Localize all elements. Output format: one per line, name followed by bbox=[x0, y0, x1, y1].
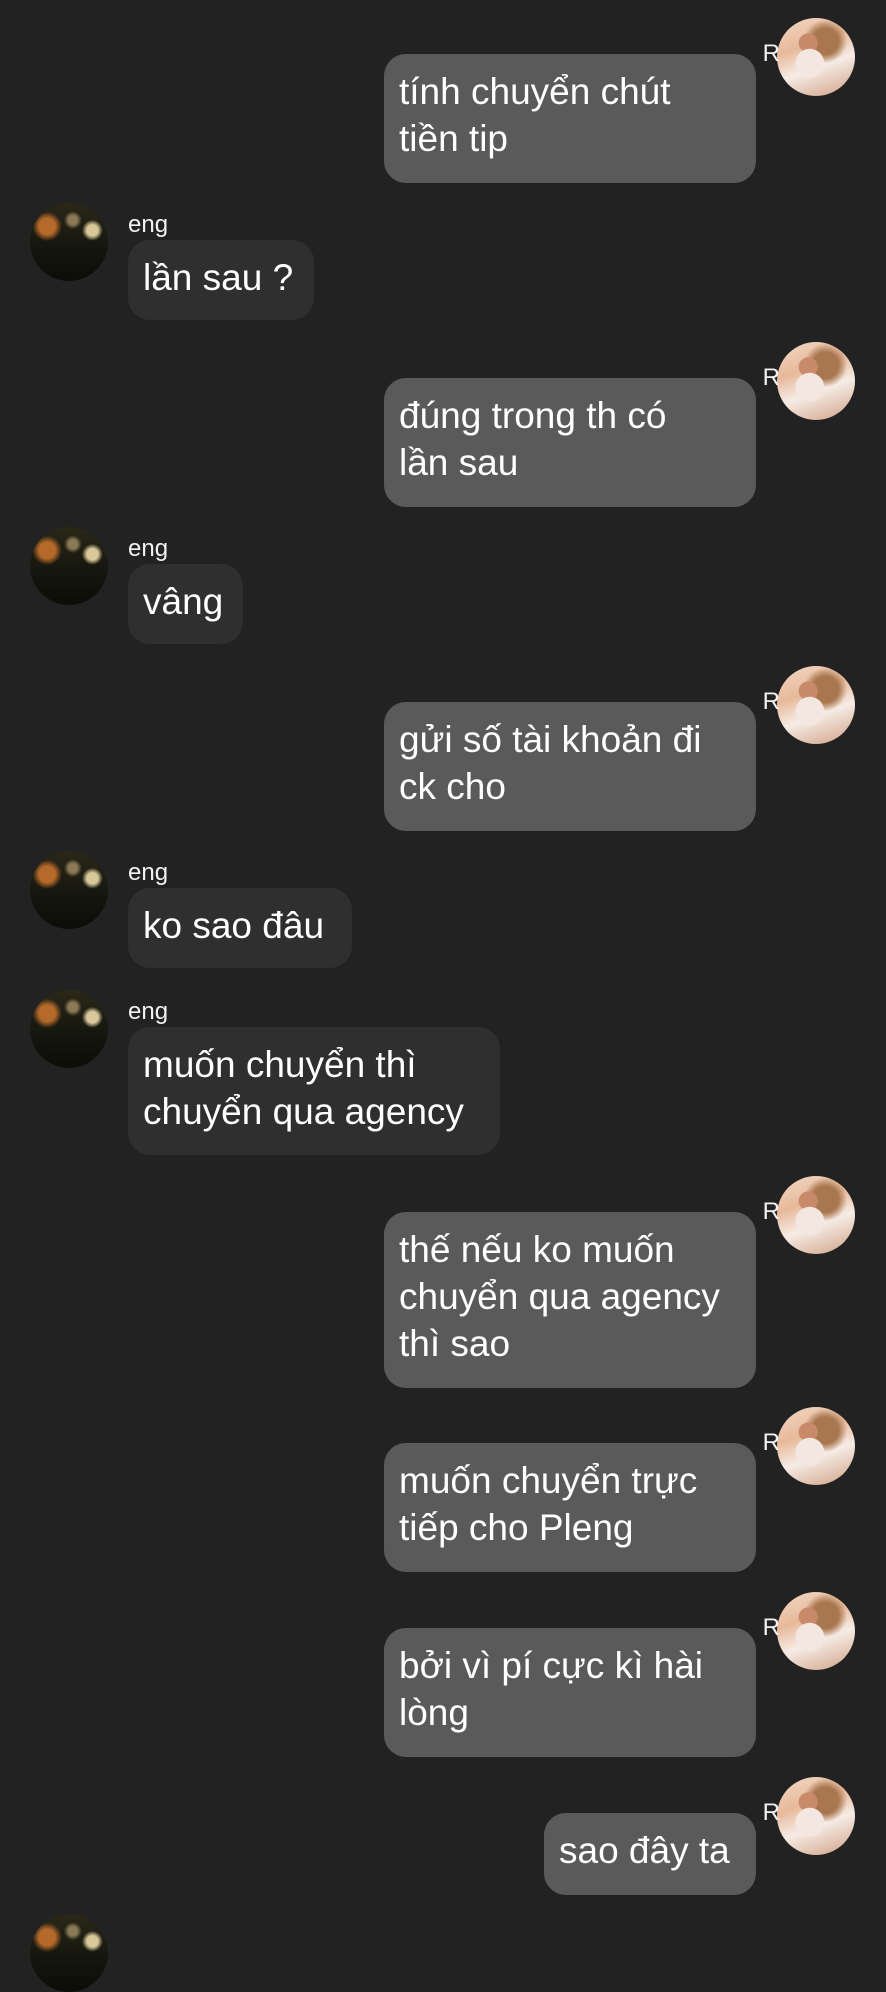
sender-name: R bbox=[762, 1614, 780, 1641]
avatar[interactable] bbox=[777, 666, 855, 744]
message-bubble[interactable]: vâng bbox=[128, 564, 243, 644]
avatar[interactable] bbox=[777, 18, 855, 96]
sender-name: eng bbox=[128, 211, 169, 238]
message-bubble[interactable]: muốn chuyển thì chuyển qua agency bbox=[128, 1027, 500, 1155]
avatar[interactable] bbox=[30, 851, 108, 929]
message-self: R muốn chuyển trực tiếp cho Pleng bbox=[0, 1407, 886, 1572]
message-bubble[interactable]: ko sao đâu bbox=[128, 888, 352, 968]
message-bubble[interactable]: thế nếu ko muốn chuyển qua agency thì sa… bbox=[384, 1212, 756, 1388]
message-bubble[interactable]: lần sau ? bbox=[128, 240, 314, 320]
avatar[interactable] bbox=[30, 990, 108, 1068]
sender-name: R bbox=[762, 40, 780, 67]
sender-name: R bbox=[762, 1799, 780, 1826]
sender-name: eng bbox=[128, 859, 169, 886]
sender-name: R bbox=[762, 364, 780, 391]
avatar[interactable] bbox=[30, 203, 108, 281]
message-self: R thế nếu ko muốn chuyển qua agency thì … bbox=[0, 1176, 886, 1388]
avatar[interactable] bbox=[30, 1914, 108, 1992]
avatar[interactable] bbox=[777, 1407, 855, 1485]
message-other: eng ko sao đâu bbox=[0, 851, 886, 971]
sender-name: R bbox=[762, 1429, 780, 1456]
message-self: R tính chuyển chút tiền tip bbox=[0, 18, 886, 183]
message-self: R gửi số tài khoản đi ck cho bbox=[0, 666, 886, 831]
message-self: R sao đây ta bbox=[0, 1777, 886, 1902]
avatar[interactable] bbox=[777, 1777, 855, 1855]
message-bubble[interactable]: gửi số tài khoản đi ck cho bbox=[384, 702, 756, 831]
message-other: eng vâng bbox=[0, 527, 886, 647]
avatar[interactable] bbox=[777, 1592, 855, 1670]
message-bubble[interactable]: bởi vì pí cực kì hài lòng bbox=[384, 1628, 756, 1757]
avatar[interactable] bbox=[30, 527, 108, 605]
message-bubble[interactable]: tính chuyển chút tiền tip bbox=[384, 54, 756, 183]
message-bubble[interactable]: sao đây ta bbox=[544, 1813, 756, 1895]
chat-thread[interactable]: R tính chuyển chút tiền tip eng lần sau … bbox=[0, 0, 886, 1992]
avatar[interactable] bbox=[777, 342, 855, 420]
sender-name: R bbox=[762, 1198, 780, 1225]
message-bubble[interactable]: đúng trong th có lần sau bbox=[384, 378, 756, 507]
message-other: eng lần sau ? bbox=[0, 203, 886, 323]
message-other: eng muốn chuyển thì chuyển qua agency bbox=[0, 990, 886, 1155]
message-self: R bởi vì pí cực kì hài lòng bbox=[0, 1592, 886, 1757]
message-bubble[interactable]: muốn chuyển trực tiếp cho Pleng bbox=[384, 1443, 756, 1572]
sender-name: eng bbox=[128, 535, 169, 562]
message-self: R đúng trong th có lần sau bbox=[0, 342, 886, 507]
avatar[interactable] bbox=[777, 1176, 855, 1254]
sender-name: eng bbox=[128, 998, 169, 1025]
sender-name: R bbox=[762, 688, 780, 715]
